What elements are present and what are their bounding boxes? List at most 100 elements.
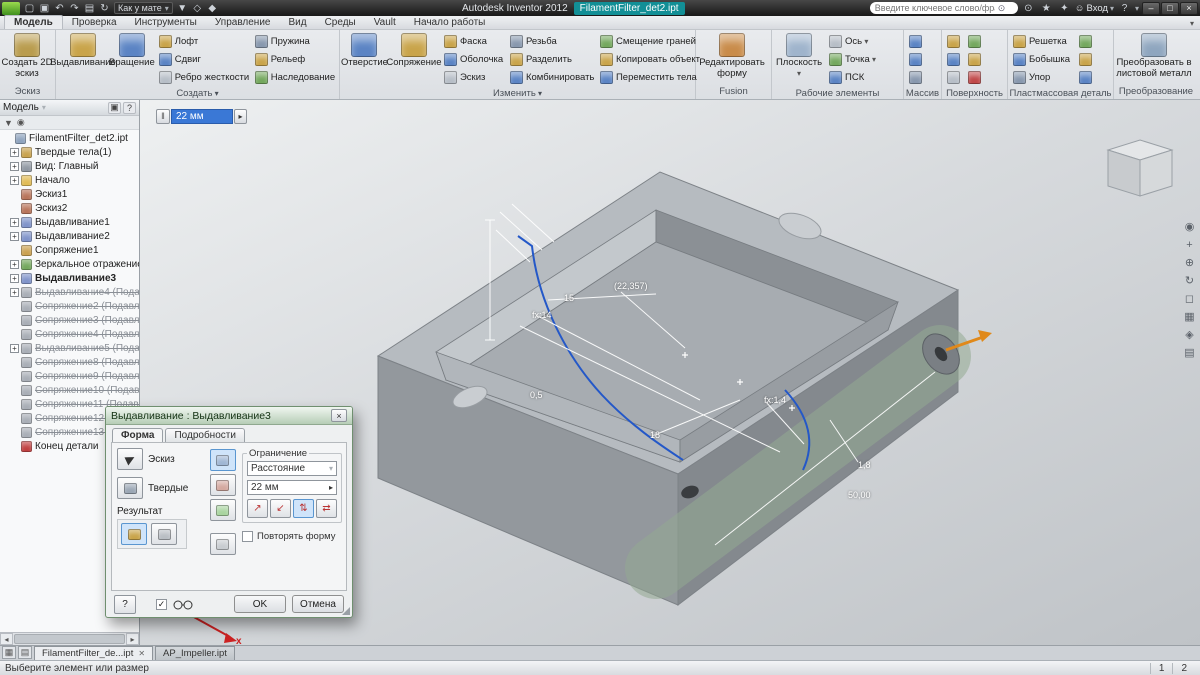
tree-item[interactable]: Сопряжение9 (Подавлен) <box>0 369 139 383</box>
ribbon-small-button[interactable]: Сдвиг <box>157 50 249 68</box>
view-cube[interactable] <box>1106 139 1174 197</box>
minimize-button[interactable]: – <box>1142 1 1160 15</box>
ribbon-small-button[interactable] <box>966 68 983 86</box>
cancel-button[interactable]: Отмена <box>292 595 344 613</box>
select-solids-button[interactable] <box>117 477 143 499</box>
ribbon-tab[interactable]: Управление <box>206 16 280 29</box>
print-icon[interactable]: ▤ <box>82 2 97 15</box>
ribbon-small-button[interactable]: Ребро жесткости <box>157 68 249 86</box>
create-2d-sketch-button[interactable]: Создать 2D эскиз <box>1 32 53 79</box>
tab-details[interactable]: Подробности <box>165 428 245 442</box>
direction-symmetric-button[interactable]: ⇅ <box>293 499 314 518</box>
ribbon-small-button[interactable] <box>966 50 983 68</box>
ribbon-small-button[interactable] <box>945 32 962 50</box>
operation-new-solid-button[interactable] <box>209 533 236 555</box>
direction-flipped-button[interactable]: ↙ <box>270 499 291 518</box>
scrollbar-thumb[interactable] <box>14 634 125 644</box>
redo-icon[interactable]: ↷ <box>67 2 82 15</box>
appearance-icon[interactable]: ◆ <box>205 2 220 15</box>
zoom-icon[interactable]: ⊕ <box>1185 258 1194 269</box>
output-surface-button[interactable] <box>151 523 177 545</box>
tree-expand-toggle[interactable]: + <box>10 161 19 171</box>
ribbon-small-button[interactable] <box>907 68 924 86</box>
browser-display-options-icon[interactable]: ▣ <box>108 101 121 114</box>
orbit-icon[interactable]: ↻ <box>1185 276 1194 287</box>
ribbon-small-button[interactable]: Резьба <box>508 32 594 50</box>
ribbon-small-button[interactable] <box>907 32 924 50</box>
tile-windows-icon[interactable]: ▤ <box>18 646 32 659</box>
convert-to-sheet-metal-button[interactable]: Преобразовать в листовой металл <box>1115 32 1193 79</box>
update-icon[interactable]: ↻ <box>97 2 112 15</box>
ribbon-tab[interactable]: Vault <box>365 16 405 29</box>
search-input[interactable] <box>874 3 995 13</box>
view-face-icon[interactable]: ▦ <box>1184 312 1194 323</box>
dimension-label[interactable]: fx:1,4 <box>764 395 786 405</box>
mini-toolbar-grip-icon[interactable]: ‖ <box>156 108 170 124</box>
projection-icon[interactable]: ▤ <box>1184 348 1194 359</box>
cascade-windows-icon[interactable]: ▦ <box>2 646 16 659</box>
select-filter-icon[interactable]: ▼ <box>175 2 190 15</box>
ribbon-minimize-icon[interactable]: ▾ <box>1190 19 1194 28</box>
tree-expand-toggle[interactable]: + <box>10 231 19 241</box>
ribbon-small-button[interactable]: Ось <box>827 32 893 50</box>
operation-intersect-button[interactable] <box>209 499 236 521</box>
spinner-icon[interactable]: ▸ <box>329 483 333 492</box>
distance-input[interactable]: 22 мм ▸ <box>247 480 337 495</box>
fillet-button[interactable]: Сопряжение <box>386 32 442 69</box>
search-icon[interactable]: ⊙ <box>998 3 1006 14</box>
tree-item[interactable]: Сопряжение4 (Подавлен) <box>0 327 139 341</box>
ribbon-small-button[interactable]: Упор <box>1011 68 1073 86</box>
mini-toolbar-expand-icon[interactable]: ▸ <box>234 108 247 124</box>
navigation-wheel-icon[interactable]: ◉ <box>1185 222 1195 233</box>
preview-checkbox[interactable] <box>156 598 167 610</box>
ribbon-small-button[interactable] <box>945 68 962 86</box>
hole-button[interactable]: Отверстие <box>341 32 388 69</box>
pan-icon[interactable]: + <box>1186 240 1192 251</box>
tree-item[interactable]: Сопряжение3 (Подавлен) <box>0 313 139 327</box>
dimension-label[interactable]: 0,5 <box>530 390 543 400</box>
close-button[interactable]: × <box>1180 1 1198 15</box>
dimension-label[interactable]: 1,8 <box>858 460 871 470</box>
shaded-view-icon[interactable]: ◈ <box>1185 330 1193 341</box>
ribbon-small-button[interactable] <box>1077 50 1094 68</box>
work-plane-button[interactable]: Плоскость <box>773 32 825 79</box>
ribbon-tab[interactable]: Инструменты <box>126 16 206 29</box>
search-box[interactable]: ⊙ <box>869 2 1018 14</box>
tree-item[interactable]: Эскиз2 <box>0 201 139 215</box>
dialog-titlebar[interactable]: Выдавливание : Выдавливание3 × <box>106 407 352 425</box>
ribbon-tab[interactable]: Проверка <box>63 16 126 29</box>
ribbon-small-button[interactable]: Фаска <box>442 32 504 50</box>
browser-horizontal-scrollbar[interactable]: ◂ ▸ <box>0 632 139 645</box>
dimension-label[interactable]: 50,00 <box>848 490 871 500</box>
match-shape-row[interactable]: Повторять форму <box>242 531 342 542</box>
revolve-button[interactable]: Вращение <box>109 32 155 69</box>
tree-expand-toggle[interactable]: + <box>10 343 19 353</box>
tree-expand-toggle[interactable]: + <box>10 259 19 269</box>
ribbon-tab[interactable]: Начало работы <box>405 16 495 29</box>
scroll-left-icon[interactable]: ◂ <box>0 633 13 645</box>
group-label-create[interactable]: Создать <box>56 88 339 99</box>
ribbon-small-button[interactable]: Разделить <box>508 50 594 68</box>
tree-item[interactable]: Сопряжение10 (Подавлен) <box>0 383 139 397</box>
ribbon-small-button[interactable]: Бобышка <box>1011 50 1073 68</box>
tree-item[interactable]: Сопряжение8 (Подавлен) <box>0 355 139 369</box>
key-icon[interactable]: ✦ <box>1057 2 1072 15</box>
maximize-button[interactable]: □ <box>1161 1 1179 15</box>
ribbon-small-button[interactable]: Комбинировать <box>508 68 594 86</box>
tree-expand-toggle[interactable]: + <box>10 287 19 297</box>
match-shape-checkbox[interactable] <box>242 531 253 542</box>
edit-form-button[interactable]: Редактировать форму <box>697 32 767 79</box>
direction-asymmetric-button[interactable]: ⇄ <box>316 499 337 518</box>
favorites-star-icon[interactable]: ★ <box>1039 2 1054 15</box>
operation-join-button[interactable] <box>209 449 236 471</box>
tree-item[interactable]: + Выдавливание1 <box>0 215 139 229</box>
ribbon-tab[interactable]: Среды <box>316 16 365 29</box>
ribbon-small-button[interactable]: Переместить тела <box>598 68 698 86</box>
tree-item[interactable]: + Выдавливание3 <box>0 271 139 285</box>
ribbon-small-button[interactable] <box>1077 32 1094 50</box>
document-tab[interactable]: FilamentFilter_de...ipt ✕ <box>34 646 154 660</box>
ribbon-small-button[interactable] <box>1077 68 1094 86</box>
close-tab-icon[interactable]: ✕ <box>138 649 145 658</box>
help-icon[interactable]: ? <box>1117 2 1132 15</box>
tree-expand-toggle[interactable]: + <box>10 175 19 185</box>
